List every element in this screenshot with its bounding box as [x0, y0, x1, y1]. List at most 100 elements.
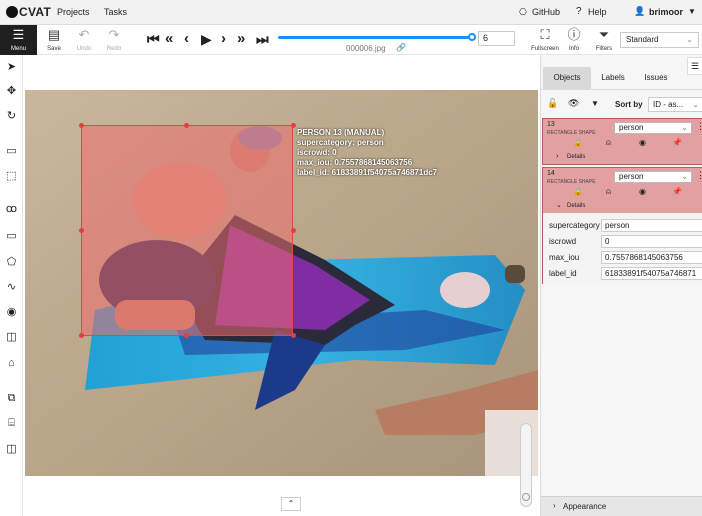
resize-handle[interactable] — [184, 333, 189, 338]
resize-handle[interactable] — [79, 333, 84, 338]
collapse-sidebar-icon[interactable]: ☰ — [687, 57, 702, 75]
group-icon[interactable]: ⌸ — [3, 415, 20, 432]
attribute-key: label_id — [549, 269, 577, 278]
object-card-13[interactable]: 13 RECTANGLE SHAPE person ⌄ ⋮ 🔒 ⍝ ◉ 📌 › … — [542, 118, 702, 165]
menu-button[interactable]: ☰ Menu — [0, 25, 37, 55]
attribute-value-input[interactable]: 0.7557868145063756 — [601, 251, 702, 264]
help-link[interactable]: Help — [588, 7, 607, 17]
backward-step-icon[interactable]: « — [165, 31, 173, 46]
object-label-value: person — [619, 172, 644, 181]
frame-slider[interactable] — [278, 36, 472, 39]
shape-label-text: PERSON 13 (MANUAL) supercategory: person… — [297, 128, 437, 178]
nav-tasks[interactable]: Tasks — [104, 7, 127, 17]
tab-objects[interactable]: Objects — [543, 67, 591, 89]
attribute-key: iscrowd — [549, 237, 577, 246]
chevron-down-icon[interactable]: ⌄ — [556, 201, 562, 209]
resize-handle[interactable] — [291, 333, 296, 338]
sort-select[interactable]: ID - as... ⌄ — [648, 97, 702, 112]
resize-handle[interactable] — [291, 123, 296, 128]
lock-icon[interactable]: 🔒 — [573, 187, 583, 196]
objects-sidebar: Objects Labels Issues ☰ 🔓 👁 ▼ Sort by ID… — [540, 55, 702, 516]
chevron-down-icon: ⌄ — [681, 172, 688, 181]
lock-all-icon[interactable]: 🔓 — [547, 98, 558, 109]
info-button[interactable]: ⓘ Info — [563, 25, 585, 55]
play-icon[interactable]: ▶ — [201, 32, 212, 46]
collapse-up-icon[interactable]: ⌃ — [281, 497, 301, 511]
chevron-right-icon[interactable]: › — [556, 153, 558, 160]
cuboid-icon[interactable]: ◫ — [3, 329, 20, 346]
canvas-area[interactable]: PERSON 13 (MANUAL) supercategory: person… — [23, 55, 540, 516]
fit-icon[interactable]: ▭ — [3, 143, 20, 160]
object-details-toggle[interactable]: Details — [567, 154, 585, 160]
polygon-icon[interactable]: ⬠ — [3, 254, 20, 271]
attribute-row: max_iou 0.7557868145063756 — [543, 251, 702, 265]
appearance-panel-header[interactable]: › Appearance — [541, 496, 702, 516]
help-icon[interactable]: ? — [576, 6, 582, 17]
tag-icon[interactable]: ⌂ — [3, 355, 20, 372]
attribute-value-input[interactable]: 0 — [601, 235, 702, 248]
object-card-14[interactable]: 14 RECTANGLE SHAPE person ⌄ ⋮ 🔒 ⍝ ◉ 📌 ⌄ … — [542, 167, 702, 284]
user-icon[interactable]: 👤 — [634, 6, 645, 17]
occluded-icon[interactable]: ⍝ — [606, 138, 611, 148]
save-icon: ▤ — [47, 27, 61, 42]
object-shape-type: RECTANGLE SHAPE — [547, 179, 596, 185]
zoom-region-icon[interactable]: ⬚ — [3, 168, 20, 185]
occluded-icon[interactable]: ⍝ — [606, 187, 611, 197]
last-frame-icon[interactable]: ⏭ — [256, 32, 269, 46]
object-attributes-panel: supercategory person iscrowd 0 max_iou 0… — [543, 213, 702, 284]
eye-all-icon[interactable]: 👁 — [568, 98, 579, 109]
resize-handle[interactable] — [184, 123, 189, 128]
github-icon[interactable]: ⎔ — [519, 7, 527, 18]
redo-button[interactable]: ↷ Redo — [102, 25, 126, 55]
bounding-box-person-13[interactable] — [81, 125, 293, 336]
nav-projects[interactable]: Projects — [57, 7, 90, 17]
copy-link-icon[interactable]: 🔗 — [396, 43, 406, 52]
pin-icon[interactable]: 📌 — [672, 138, 682, 147]
expand-all-icon[interactable]: ▼ — [591, 99, 599, 108]
rectangle-icon[interactable]: ▭ — [3, 228, 20, 245]
attribute-value-input[interactable]: person — [601, 219, 702, 232]
previous-frame-icon[interactable]: ‹ — [184, 31, 189, 46]
points-icon[interactable]: ◉ — [3, 304, 20, 321]
split-icon[interactable]: ◫ — [3, 441, 20, 458]
filters-button[interactable]: ⏷ Filters — [591, 25, 617, 55]
resize-handle[interactable] — [291, 228, 296, 233]
cursor-icon[interactable]: ➤ — [3, 59, 20, 76]
fullscreen-button[interactable]: ⛶ Fullscreen — [530, 25, 560, 55]
frame-slider-handle[interactable] — [468, 33, 476, 41]
object-details-toggle[interactable]: Details — [567, 203, 585, 209]
tab-issues[interactable]: Issues — [635, 67, 677, 89]
controls-sidebar: ➤ ✥ ↻ ▭ ⬚ ꝏ ▭ ⬠ ∿ ◉ ◫ ⌂ ⧉ ⌸ ◫ — [0, 55, 23, 516]
hamburger-icon: ☰ — [12, 27, 25, 42]
polyline-icon[interactable]: ∿ — [3, 279, 20, 296]
move-icon[interactable]: ✥ — [3, 83, 20, 100]
pin-icon[interactable]: 📌 — [672, 187, 682, 196]
frame-number-input[interactable]: 6 — [478, 31, 515, 46]
object-id: 13 — [547, 121, 555, 128]
undo-button[interactable]: ↶ Undo — [72, 25, 96, 55]
rotate-icon[interactable]: ↻ — [3, 108, 20, 125]
user-menu-caret-icon[interactable]: ▼ — [688, 7, 696, 16]
object-label-select[interactable]: person ⌄ — [614, 122, 692, 134]
zoom-scroll-handle[interactable] — [522, 493, 530, 501]
merge-icon[interactable]: ⧉ — [3, 390, 20, 407]
user-name[interactable]: brimoor — [649, 7, 683, 17]
attribute-value-input[interactable]: 61833891f54075a746871 — [601, 267, 702, 280]
object-more-icon[interactable]: ⋮ — [696, 121, 702, 132]
object-id: 14 — [547, 170, 555, 177]
next-frame-icon[interactable]: › — [221, 31, 226, 46]
save-button[interactable]: ▤ Save — [42, 25, 66, 55]
object-more-icon[interactable]: ⋮ — [696, 170, 702, 181]
workspace-select[interactable]: Standard ⌄ — [620, 32, 699, 48]
lock-icon[interactable]: 🔒 — [573, 138, 583, 147]
github-link[interactable]: GitHub — [532, 7, 560, 17]
eye-icon[interactable]: ◉ — [639, 187, 646, 196]
first-frame-icon[interactable]: ⏮ — [147, 32, 160, 46]
tab-labels[interactable]: Labels — [593, 67, 633, 89]
ai-tools-icon[interactable]: ꝏ — [3, 201, 20, 218]
resize-handle[interactable] — [79, 228, 84, 233]
forward-step-icon[interactable]: » — [237, 31, 245, 46]
object-label-select[interactable]: person ⌄ — [614, 171, 692, 183]
eye-icon[interactable]: ◉ — [639, 138, 646, 147]
resize-handle[interactable] — [79, 123, 84, 128]
